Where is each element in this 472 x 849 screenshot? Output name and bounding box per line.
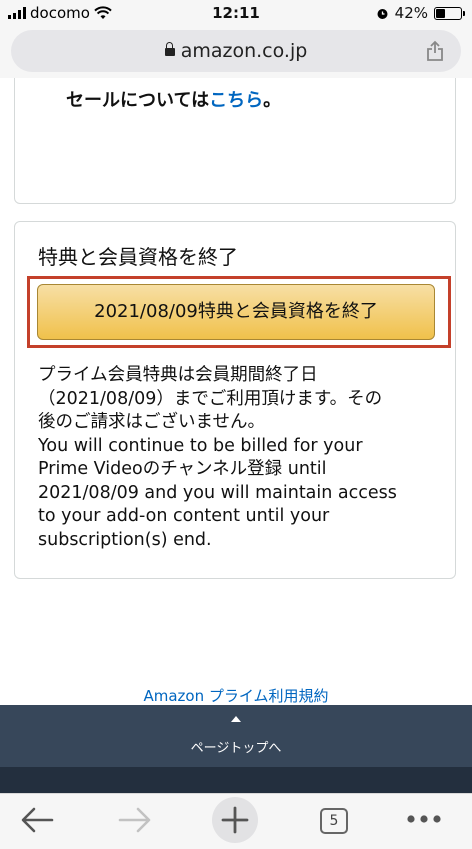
sale-details-link[interactable]: こちら [209,90,263,111]
battery-icon [434,6,465,20]
end-membership-title: 特典と会員資格を終了 [38,245,238,269]
desc-line: 2021/08/09 and you will maintain access [38,482,397,503]
address-bar[interactable]: amazon.co.jp [11,30,461,72]
desc-line: to your add-on content until your [38,506,330,526]
battery-info: 42% [376,4,465,22]
end-membership-description: プライム会員特典は会員期間終了日 （2021/08/09）までご利用頂けます。そ… [38,364,438,552]
prime-terms-link[interactable]: Amazon プライム利用規約 [0,685,472,706]
share-icon[interactable] [425,40,445,62]
forward-arrow-icon[interactable] [118,806,152,834]
footer-band [0,767,472,793]
plus-icon [221,806,249,834]
caret-up-icon [231,716,241,722]
alarm-icon [377,8,388,19]
desc-line: プライム会員特典は会員期間終了日 [38,365,318,385]
status-bar: docomo 12:11 42% [0,0,472,26]
page-top-label: ページトップへ [190,741,282,756]
tabs-button[interactable]: 5 [320,808,348,834]
sale-note: セールについてはこちら。 [66,90,282,111]
page-top-button[interactable] [0,705,472,767]
desc-line: Prime Videoのチャンネル登録 until [38,459,327,479]
lock-icon [164,42,175,56]
url-text: amazon.co.jp [180,40,308,62]
more-icon[interactable] [406,814,442,824]
battery-percent: 42% [394,4,428,22]
desc-line: subscription(s) end. [38,529,212,550]
desc-line: You will continue to be billed for your [38,435,363,456]
browser-address-area: amazon.co.jp [0,26,472,78]
desc-line: （2021/08/09）までご利用頂けます。その [38,388,383,409]
end-membership-button[interactable]: 2021/08/09特典と会員資格を終了 [37,284,435,340]
back-arrow-icon[interactable] [20,806,54,834]
desc-line: 後のご請求はございません。 [38,412,265,432]
